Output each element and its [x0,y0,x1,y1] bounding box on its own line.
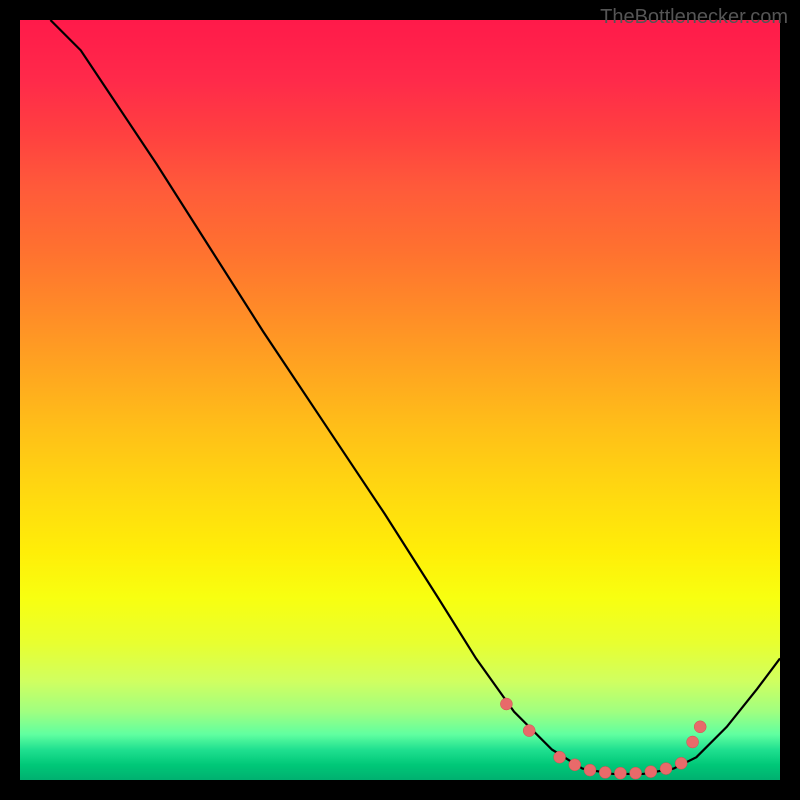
curve-marker [569,759,581,771]
chart-plot-area [20,20,780,780]
curve-marker [614,767,626,779]
curve-marker [554,751,566,763]
curve-marker [660,763,672,775]
curve-marker [694,721,706,733]
curve-marker [584,764,596,776]
curve-marker [523,725,535,737]
curve-marker [675,757,687,769]
curve-marker [645,766,657,778]
bottleneck-curve [50,20,780,774]
watermark-text: TheBottlenecker.com [600,6,788,29]
curve-marker [500,698,512,710]
chart-svg [20,20,780,780]
curve-marker [630,767,642,779]
curve-marker [687,736,699,748]
curve-marker [599,766,611,778]
